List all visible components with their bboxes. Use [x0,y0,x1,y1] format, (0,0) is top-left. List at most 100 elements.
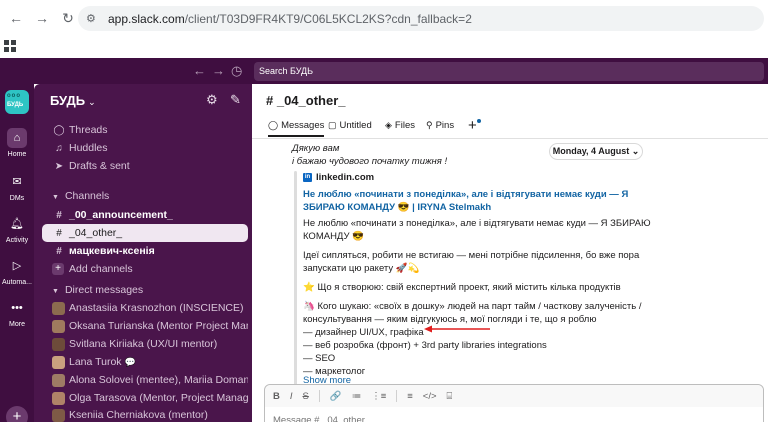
dm-item[interactable]: Svitlana Kiriiaka (UX/UI mentor) [42,335,248,353]
link-icon[interactable]: 🔗 [330,391,342,402]
toolbar-divider [318,390,320,402]
tab-untitled[interactable]: ▢ Untitled [328,120,372,131]
sidebar-item-huddles[interactable]: ♫ Huddles [42,139,248,157]
chevron-down-icon: ⌄ [631,146,640,156]
pin-icon: ⚲ [426,120,433,130]
ordered-list-icon[interactable]: ≔ [352,391,362,402]
message-text: Дякую вам [292,143,340,154]
history-forward-icon[interactable]: → [212,63,225,78]
dm-item[interactable]: Kseniia Cherniakova (mentor) [42,406,248,422]
caret-down-icon: ▼ [52,288,59,295]
bulleted-list-icon[interactable]: ⋮≡ [371,391,386,402]
sidebar-item-drafts[interactable]: ➤ Drafts & sent [42,157,248,175]
attachment-title-link[interactable]: Не люблю «починати з понеділка», але і в… [303,188,663,214]
search-input[interactable]: Search БУДЬ [254,62,764,81]
threads-icon: ◯ [53,124,65,136]
avatar [52,355,65,369]
home-icon: ⌂ [7,128,27,148]
channel-other[interactable]: # _04_other_ [42,224,248,242]
avatar [52,337,65,351]
code-block-icon[interactable]: ⌸ [447,391,453,402]
headphones-icon: ♫ [55,142,63,154]
toolbar-divider [396,390,398,402]
avatar [52,301,65,315]
workspace-logo[interactable]: ooo БУДЬ [5,90,29,114]
more-icon: ••• [11,302,23,314]
dm-section-header[interactable]: ▼ Direct messages [52,284,143,296]
message-input[interactable] [273,415,673,422]
files-icon: ◈ [385,120,392,130]
back-arrow-icon[interactable]: ← [6,8,26,28]
attachment-text: — веб розробка (фронт) + 3rd party libra… [303,340,547,351]
slack-topbar: ← → ◷ Search БУДЬ [0,58,768,84]
rail-dms[interactable]: ✉ DMs [0,172,34,202]
add-tab-button[interactable]: + [468,117,481,134]
hash-icon: # [56,245,62,257]
attachment-text: 🦄 Кого шукаю: «своїх в дошку» людей на п… [303,301,642,312]
site-settings-icon[interactable]: ⚙ [86,12,100,26]
message-text: і бажаю чудового початку тижня ! [292,156,448,167]
linkedin-icon: in [303,173,312,182]
workspace-name[interactable]: БУДЬ ⌄ [50,93,96,108]
status-emoji-icon: 💬 [124,356,136,367]
dm-item[interactable]: Olga Tarasova (Mentor, Project Manage... [42,389,248,407]
bold-button[interactable]: B [273,391,280,402]
tab-messages[interactable]: ◯ Messages [268,120,325,137]
tab-pins[interactable]: ⚲ Pins [426,120,454,131]
compose-icon[interactable]: ✎ [230,92,241,108]
forward-arrow-icon[interactable]: → [32,8,52,28]
attachment-text: Ідеї сипляться, робити не встигаю — мені… [303,250,640,261]
gear-icon[interactable]: ⚙ [206,92,218,108]
automations-icon: ▷ [12,260,22,272]
rail-automations[interactable]: ▷ Automa... [0,256,34,286]
hash-icon: # [56,209,62,221]
attachment-text: Не люблю «починати з понеділка», але і в… [303,218,651,229]
address-bar[interactable]: ⚙ app.slack.com/client/T03D9FR4KT9/C06L5… [78,6,764,31]
rail-activity[interactable]: 🔔︎ Activity [0,214,34,244]
attachment-bar [294,171,297,385]
rail-home[interactable]: ⌂ Home [0,128,34,158]
channel-tabs: ◯ Messages ▢ Untitled ◈ Files ⚲ Pins + [252,115,768,139]
dm-item[interactable]: Oksana Turianska (Mentor Project Mana... [42,317,248,335]
avatar [52,319,65,333]
sidebar: БУДЬ ⌄ ⚙ ✎ ◯ Threads ♫ Huddles ➤ Drafts & se… [34,84,252,422]
caret-down-icon: ▼ [52,194,59,201]
tab-files[interactable]: ◈ Files [385,120,415,131]
canvas-icon: ▢ [328,120,337,130]
sidebar-item-threads[interactable]: ◯ Threads [42,121,248,139]
chevron-down-icon: ⌄ [88,97,96,107]
dm-item[interactable]: Alona Solovei (mentee), Mariia Domansk..… [42,371,248,389]
url-text: app.slack.com/client/T03D9FR4KT9/C06L5KC… [108,11,472,26]
red-arrow-annotation [424,325,490,333]
dms-icon: ✉ [12,176,22,188]
attachment-text: — SEO [303,353,336,364]
hash-icon: # [56,227,62,239]
messages-icon: ◯ [268,120,279,130]
message-list: Дякую вам і бажаю чудового початку тижня… [252,139,768,385]
apps-grid-icon[interactable] [4,40,16,52]
code-icon[interactable]: </> [423,391,437,402]
add-channels-button[interactable]: + Add channels [42,260,248,278]
history-clock-icon[interactable]: ◷ [231,63,242,79]
formatting-toolbar: B I S 🔗 ≔ ⋮≡ ≡ </> ⌸ [265,385,763,407]
history-back-icon[interactable]: ← [193,63,206,78]
attachment-text: ⭐ Що я створюю: свій експертний проект, … [303,282,621,293]
channel-title[interactable]: # _04_other_ [266,93,346,108]
channels-section-header[interactable]: ▼ Channels [52,190,109,202]
plus-icon: + [52,263,64,275]
date-divider-button[interactable]: Monday, 4 August ⌄ [549,143,643,160]
channel-view: # _04_other_ ◯ Messages ▢ Untitled ◈ Files … [252,84,768,422]
dm-item[interactable]: Lana Turok 💬 [42,353,248,371]
avatar [52,373,65,387]
reload-icon[interactable]: ↻ [58,8,78,28]
blockquote-icon[interactable]: ≡ [407,391,413,402]
dm-item[interactable]: Anastasiia Krasnozhon (INSCIENCE) [42,299,248,317]
rail-more[interactable]: ••• More [0,298,34,328]
avatar [52,391,65,405]
strikethrough-button[interactable]: S [303,391,309,402]
add-workspace-button[interactable]: + [6,406,28,422]
channel-announcement[interactable]: # _00_announcement_ [42,206,248,224]
workspace-rail: ooo БУДЬ ⌂ Home ✉ DMs 🔔︎ Activity ▷ Auto… [0,84,34,422]
italic-button[interactable]: I [290,391,293,402]
channel-matskevych[interactable]: # мацкевич-ксенія [42,242,248,260]
